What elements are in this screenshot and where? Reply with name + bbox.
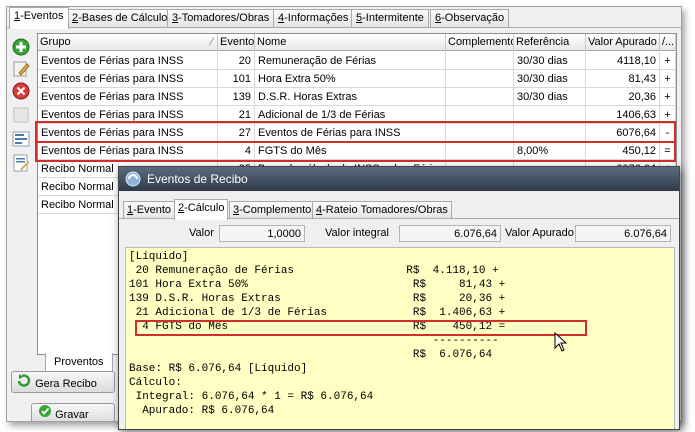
grid-cell-sinal[interactable]: + bbox=[660, 52, 676, 70]
highlight-row-fgts bbox=[35, 141, 676, 162]
valor-label: Valor bbox=[189, 227, 214, 239]
app-icon bbox=[125, 171, 141, 195]
grid-cell-grupo[interactable]: Eventos de Férias para INSS bbox=[38, 70, 218, 88]
col-header-sinal[interactable]: /... bbox=[660, 34, 676, 51]
calc-line: 21 Adicional de 1/3 de Férias R$ 1.406,6… bbox=[129, 307, 506, 319]
grid-cell-grupo[interactable]: Eventos de Férias para INSS bbox=[38, 88, 218, 106]
valor-field[interactable]: 1,0000 bbox=[219, 225, 305, 242]
grid-cell-sinal[interactable]: + bbox=[660, 70, 676, 88]
grid-cell-complemento[interactable] bbox=[446, 52, 514, 70]
grid-cell-complemento[interactable] bbox=[446, 70, 514, 88]
calc-line: Cálculo: bbox=[129, 377, 182, 389]
dialog-tab-calculo[interactable]: 2-Cálculo bbox=[174, 199, 229, 220]
gera-recibo-button[interactable]: Gera Recibo bbox=[11, 371, 115, 393]
grid-cell-evento[interactable]: 20 bbox=[218, 52, 255, 70]
tab-intermitente[interactable]: 5-Intermitente bbox=[351, 9, 429, 27]
valor-integral-label: Valor integral bbox=[325, 227, 389, 239]
calc-line: Integral: 6.076,64 * 1 = R$ 6.076,64 bbox=[129, 391, 374, 403]
col-header-complemento[interactable]: Complemento bbox=[446, 34, 514, 51]
col-header-valor-apurado[interactable]: Valor Apurado bbox=[586, 34, 660, 51]
grid-cell-referencia[interactable]: 30/30 dias bbox=[514, 52, 586, 70]
blank-tool-icon[interactable] bbox=[11, 105, 31, 125]
grid-cell-valor[interactable]: 20,36 bbox=[586, 88, 660, 106]
valor-integral-field[interactable]: 6.076,64 bbox=[399, 225, 501, 242]
grid-cell-sinal[interactable]: + bbox=[660, 88, 676, 106]
mouse-cursor-icon bbox=[554, 331, 568, 356]
calc-line: 101 Hora Extra 50% R$ 81,43 + bbox=[129, 279, 506, 291]
col-header-grupo[interactable]: Grupo ⁄ bbox=[38, 34, 218, 51]
tab-proventos[interactable]: Proventos bbox=[45, 353, 113, 372]
tab-observacao[interactable]: 6-Observação bbox=[430, 9, 510, 27]
tab-tomadores-obras[interactable]: 3-Tomadores/Obras bbox=[167, 9, 275, 27]
delete-icon[interactable] bbox=[11, 81, 31, 101]
calc-line: R$ 6.076,64 bbox=[129, 349, 493, 361]
calculation-memo[interactable]: [Líquido] 20 Remuneração de Férias R$ 4.… bbox=[125, 247, 675, 429]
check-icon bbox=[38, 404, 52, 421]
col-header-referencia[interactable]: Referência bbox=[514, 34, 586, 51]
grid-cell-nome[interactable]: Remuneração de Férias bbox=[255, 52, 446, 70]
grid-cell-valor[interactable]: 81,43 bbox=[586, 70, 660, 88]
tab-divider bbox=[7, 27, 681, 28]
eventos-recibo-dialog: Eventos de Recibo 1-Evento 2-Cálculo 3-C… bbox=[118, 166, 680, 430]
dialog-title: Eventos de Recibo bbox=[147, 172, 248, 186]
calc-line: [Líquido] bbox=[129, 251, 189, 263]
sort-icon: ⁄ bbox=[211, 36, 213, 48]
calc-line: 20 Remuneração de Férias R$ 4.118,10 + bbox=[129, 265, 499, 277]
grid-cell-valor[interactable]: 4118,10 bbox=[586, 52, 660, 70]
tab-bases-calculo[interactable]: 2-Bases de Cálculo bbox=[67, 9, 173, 27]
grid-cell-referencia[interactable]: 30/30 dias bbox=[514, 70, 586, 88]
grid-cell-nome[interactable]: Hora Extra 50% bbox=[255, 70, 446, 88]
grid-cell-nome[interactable]: D.S.R. Horas Extras bbox=[255, 88, 446, 106]
calc-line: Base: R$ 6.076,64 [Líquido] bbox=[129, 363, 308, 375]
dialog-tab-complemento[interactable]: 3-Complemento bbox=[229, 201, 316, 219]
col-header-evento[interactable]: Evento bbox=[218, 34, 255, 51]
grid-cell-evento[interactable]: 101 bbox=[218, 70, 255, 88]
tab-eventos[interactable]: 1-Eventos bbox=[9, 7, 69, 29]
document-edit-icon[interactable] bbox=[11, 153, 31, 173]
valor-apurado-field[interactable]: 6.076,64 bbox=[575, 225, 671, 242]
add-icon[interactable] bbox=[11, 37, 31, 57]
edit-icon[interactable] bbox=[11, 59, 31, 79]
calc-line: 139 D.S.R. Horas Extras R$ 20,36 + bbox=[129, 293, 506, 305]
calc-line: Apurado: R$ 6.076,64 bbox=[129, 405, 275, 417]
highlight-fgts-line bbox=[135, 320, 587, 336]
highlight-row-eventos-ferias bbox=[35, 121, 676, 143]
col-header-nome[interactable]: Nome bbox=[255, 34, 446, 51]
gravar-button[interactable]: Gravar bbox=[31, 403, 115, 421]
dialog-title-bar[interactable]: Eventos de Recibo bbox=[119, 167, 679, 191]
valor-apurado-label: Valor Apurado bbox=[505, 227, 574, 239]
grid-cell-complemento[interactable] bbox=[446, 88, 514, 106]
refresh-icon bbox=[16, 372, 32, 396]
tab-informacoes[interactable]: 4-Informações bbox=[273, 9, 354, 27]
dialog-tab-evento[interactable]: 1-Evento bbox=[123, 201, 176, 219]
tab-bar: 1-Eventos 2-Bases de Cálculo 3-Tomadores… bbox=[7, 7, 681, 29]
list-icon[interactable] bbox=[11, 129, 31, 149]
calc-line: ---------- bbox=[129, 335, 499, 347]
dialog-tab-rateio[interactable]: 4-Rateio Tomadores/Obras bbox=[312, 201, 452, 219]
grid-cell-referencia[interactable]: 30/30 dias bbox=[514, 88, 586, 106]
grid-cell-grupo[interactable]: Eventos de Férias para INSS bbox=[38, 52, 218, 70]
grid-cell-evento[interactable]: 139 bbox=[218, 88, 255, 106]
